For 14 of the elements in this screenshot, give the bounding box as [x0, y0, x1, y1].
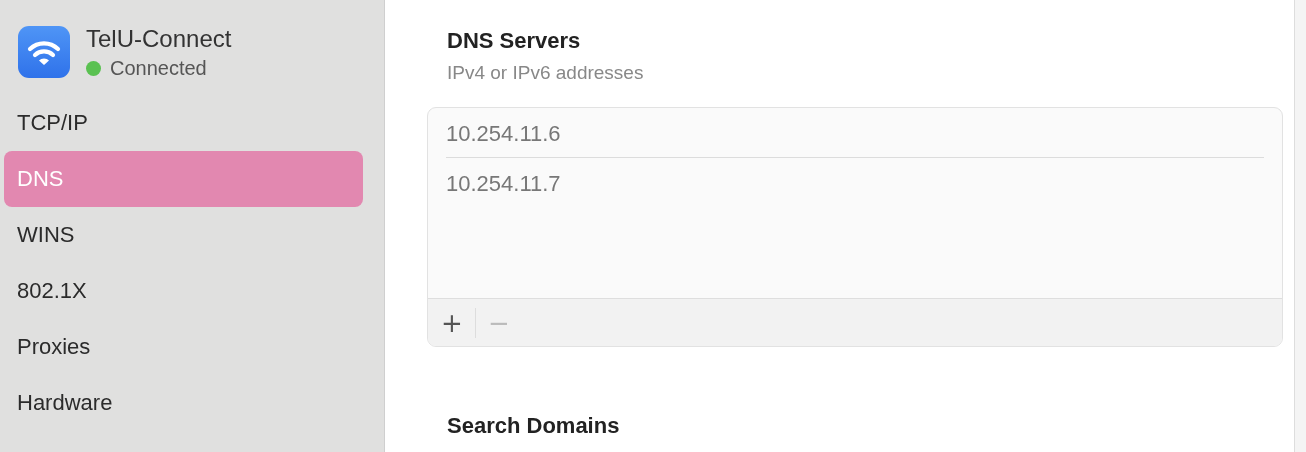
section-title: Search Domains: [447, 413, 621, 439]
add-button[interactable]: +: [438, 307, 466, 338]
sidebar-item[interactable]: 802.1X: [4, 263, 363, 319]
section-title: DNS Servers: [447, 28, 582, 54]
network-name: TelU-Connect: [86, 26, 232, 52]
sidebar-item[interactable]: Proxies: [4, 319, 363, 375]
connection-status: Connected: [110, 57, 207, 79]
dns-server-entry[interactable]: 10.254.11.7: [446, 158, 1264, 207]
sidebar-item[interactable]: WINS: [4, 207, 363, 263]
section-subtitle: IPv4 or IPv6 addresses: [447, 62, 645, 84]
sidebar-item[interactable]: TCP/IP: [4, 95, 363, 151]
sidebar-item[interactable]: Hardware: [4, 375, 363, 431]
dns-server-entry[interactable]: 10.254.11.6: [446, 108, 1264, 157]
wifi-icon: [18, 26, 70, 78]
